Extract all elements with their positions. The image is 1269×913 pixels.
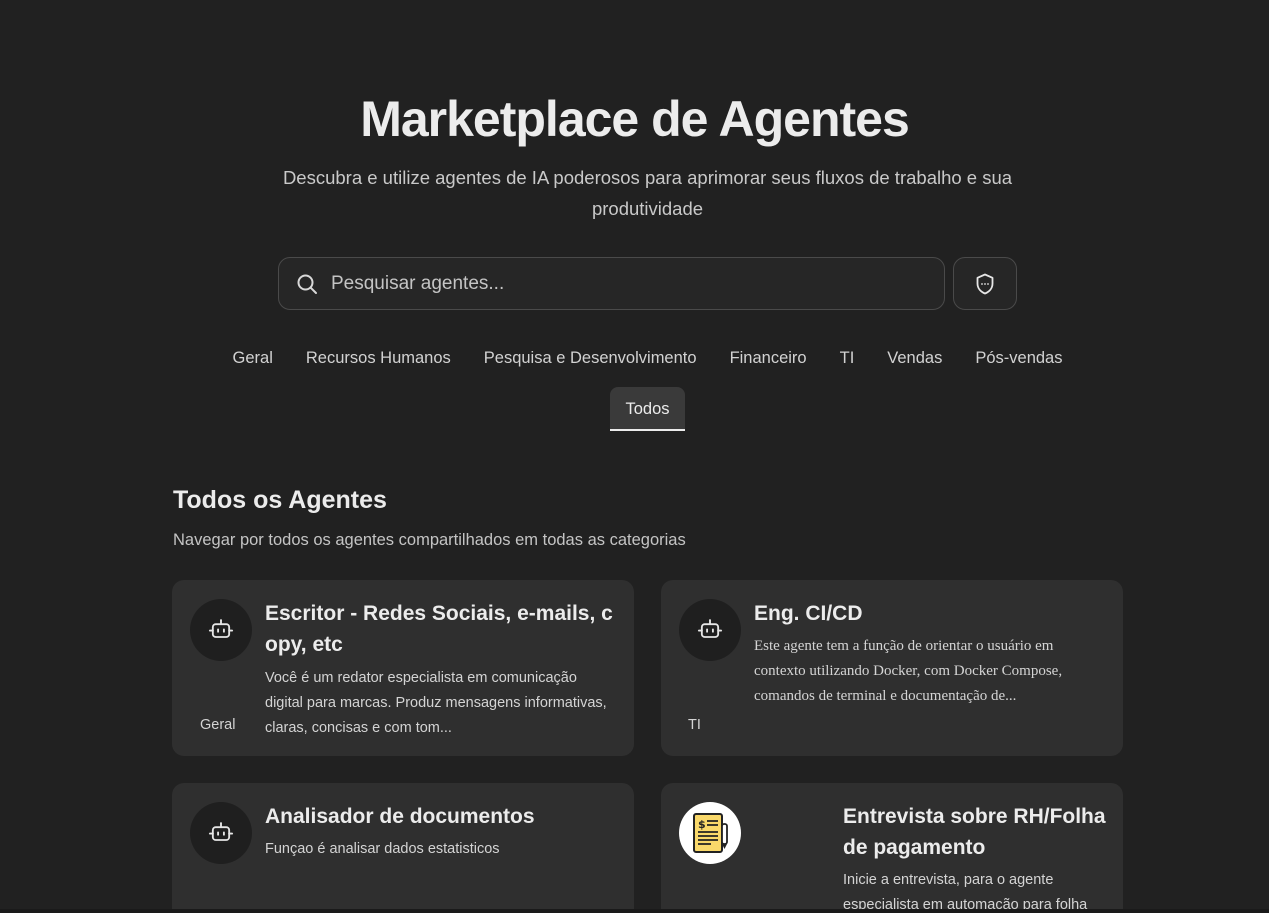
shield-icon — [973, 272, 997, 296]
search-box[interactable] — [278, 257, 945, 310]
agent-avatar — [679, 599, 741, 661]
agent-description: Este agente tem a função de orientar o u… — [754, 638, 1063, 704]
tab-pesquisa-desenvolvimento[interactable]: Pesquisa e Desenvolvimento — [484, 340, 697, 376]
agent-name: Analisador de documentos — [265, 805, 535, 828]
agent-card[interactable]: $ Entrevista sobre RH/Folha de pagamento… — [661, 783, 1123, 913]
agent-avatar — [190, 802, 252, 864]
search-input[interactable] — [331, 258, 944, 309]
agent-category: TI — [688, 717, 701, 733]
agent-avatar: $ — [679, 802, 741, 864]
tab-ti[interactable]: TI — [840, 340, 855, 376]
agent-card[interactable]: Analisador de documentos Funçao é analis… — [172, 783, 634, 913]
page-title: Marketplace de Agentes — [360, 91, 910, 147]
bot-icon — [207, 616, 235, 644]
tab-pos-vendas[interactable]: Pós-vendas — [975, 340, 1062, 376]
tab-geral[interactable]: Geral — [233, 340, 273, 376]
marketplace-page: Marketplace de Agentes Descubra e utiliz… — [0, 0, 1269, 913]
agent-name: Eng. CI/CD — [754, 602, 863, 625]
agent-avatar — [190, 599, 252, 661]
tab-financeiro[interactable]: Financeiro — [730, 340, 807, 376]
payroll-document-icon: $ — [681, 804, 739, 862]
page-subtitle: Descubra e utilize agentes de IA poderos… — [282, 167, 1013, 219]
bot-icon — [696, 616, 724, 644]
shield-button[interactable] — [953, 257, 1017, 310]
bottom-divider — [0, 909, 1269, 913]
tab-recursos-humanos[interactable]: Recursos Humanos — [306, 340, 451, 376]
section-title: Todos os Agentes — [173, 486, 387, 514]
tab-vendas[interactable]: Vendas — [887, 340, 942, 376]
svg-text:$: $ — [698, 818, 706, 831]
agent-name: Escritor - Redes Sociais, e-mails, copy,… — [265, 602, 613, 656]
section-subtitle: Navegar por todos os agentes compartilha… — [173, 531, 686, 549]
bot-icon — [207, 819, 235, 847]
category-tabs: Geral Recursos Humanos Pesquisa e Desenv… — [180, 340, 1115, 376]
search-icon — [295, 272, 319, 296]
tab-todos[interactable]: Todos — [610, 387, 685, 431]
agent-card[interactable]: Eng. CI/CD Este agente tem a função de o… — [661, 580, 1123, 756]
agent-description: Funçao é analisar dados estatisticos — [265, 841, 500, 857]
agent-name: Entrevista sobre RH/Folha de pagamento — [843, 805, 1106, 859]
agent-description: Você é um redator especialista em comuni… — [265, 670, 607, 736]
agent-description: Inicie a entrevista, para o agente espec… — [843, 872, 1088, 913]
agent-category: Geral — [200, 717, 236, 733]
agent-card[interactable]: Escritor - Redes Sociais, e-mails, copy,… — [172, 580, 634, 756]
